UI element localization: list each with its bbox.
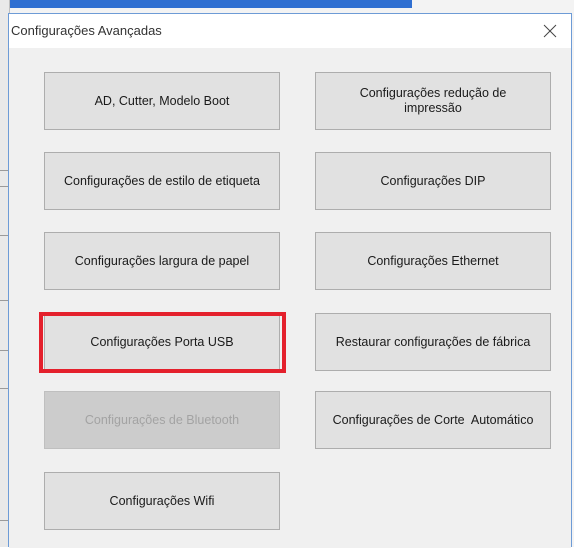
advanced-settings-dialog: Configurações Avançadas AD, Cutter, Mode… — [8, 13, 572, 548]
bluetooth-settings-button: Configurações de Bluetooth — [44, 391, 280, 449]
dip-settings-label: Configurações DIP — [380, 173, 486, 188]
title-bar: Configurações Avançadas — [9, 14, 571, 48]
dialog-content: AD, Cutter, Modelo Boot Configurações re… — [9, 48, 571, 548]
factory-reset-label: Restaurar configurações de fábrica — [335, 334, 531, 349]
wifi-settings-label: Configurações Wifi — [109, 493, 215, 508]
factory-reset-button[interactable]: Restaurar configurações de fábrica — [315, 313, 551, 371]
bluetooth-settings-label: Configurações de Bluetooth — [84, 412, 240, 427]
background-window-accent — [0, 0, 412, 8]
paper-width-label: Configurações largura de papel — [74, 253, 250, 268]
label-style-label: Configurações de estilo de etiqueta — [64, 173, 260, 188]
auto-cut-settings-button[interactable]: Configurações de Corte Automático — [315, 391, 551, 449]
dialog-title: Configurações Avançadas — [11, 23, 162, 38]
ethernet-settings-label: Configurações Ethernet — [367, 253, 499, 268]
ad-cutter-boot-label: AD, Cutter, Modelo Boot — [94, 93, 230, 108]
ad-cutter-boot-button[interactable]: AD, Cutter, Modelo Boot — [44, 72, 280, 130]
close-icon — [543, 24, 557, 38]
label-style-button[interactable]: Configurações de estilo de etiqueta — [44, 152, 280, 210]
ethernet-settings-button[interactable]: Configurações Ethernet — [315, 232, 551, 290]
wifi-settings-button[interactable]: Configurações Wifi — [44, 472, 280, 530]
auto-cut-settings-label: Configurações de Corte Automático — [332, 412, 534, 427]
print-reduction-button[interactable]: Configurações redução de impressão — [315, 72, 551, 130]
print-reduction-label: Configurações redução de impressão — [359, 86, 507, 115]
dip-settings-button[interactable]: Configurações DIP — [315, 152, 551, 210]
close-button[interactable] — [529, 14, 571, 48]
paper-width-button[interactable]: Configurações largura de papel — [44, 232, 280, 290]
usb-port-button[interactable]: Configurações Porta USB — [44, 313, 280, 371]
usb-port-label: Configurações Porta USB — [90, 334, 234, 349]
